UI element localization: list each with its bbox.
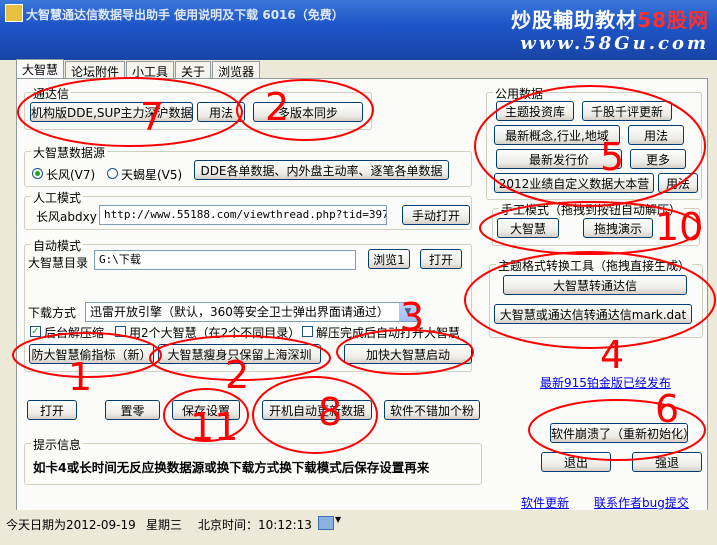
save-settings-button[interactable]: 保存设置 [172,400,240,420]
status-time: 北京时间：10:12:13 [198,518,312,532]
dir-label: 大智慧目录 [28,256,89,270]
topic-library-button[interactable]: 主题投资库 [496,101,574,121]
chevron-down-icon[interactable]: ▼ [335,515,341,524]
tab-tools[interactable]: 小工具 [126,61,175,79]
autostart-button[interactable]: 开机自动更新数据 [262,400,372,420]
dir-input[interactable]: G:\下载 [94,250,356,270]
radio-changfeng[interactable] [32,168,43,179]
app-icon [5,4,23,22]
chk-auto-open-label: 解压完成后自动打开大智慧 [316,326,461,340]
tdx-sync-button[interactable]: 多版本同步 [253,102,363,122]
auto-legend: 自动模式 [31,237,84,254]
watermark: 炒股輔助教材58股网 www.58Gu.com [511,4,709,54]
force-exit-button[interactable]: 强退 [632,452,702,472]
new-price-button[interactable]: 最新发行价 [496,149,622,169]
tdx-legend: 通达信 [31,85,72,102]
manual-mode-legend: 手工模式（拖拽到按钮自动解压） [499,201,684,218]
chk-two-dzh-label: 用2个大智慧（在2个不同目录） [129,326,301,340]
info-legend: 提示信息 [31,436,84,453]
chk-background-unzip[interactable]: ✓ [30,326,41,337]
convert-legend: 主题格式转换工具（拖拽直接生成） [496,257,693,274]
image-icon[interactable] [318,516,334,530]
more-button[interactable]: 更多 [630,149,686,169]
radio-tianxiexing-label: 天蝎星(V5) [121,168,183,182]
manual-legend: 人工模式 [31,189,84,206]
manual-open-button[interactable]: 手动打开 [402,205,470,225]
update-link[interactable]: 软件更新 [521,494,569,511]
slim-button[interactable]: 大智慧瘦身只保留上海深圳 [158,344,321,364]
usage-button-2[interactable]: 用法 [658,173,698,193]
drag-demo-button[interactable]: 拖拽演示 [583,218,653,238]
chk-two-dzh[interactable] [115,326,126,337]
watermark-brand: 58股网 [637,8,709,32]
download-select[interactable]: 迅雷开放引擎（默认，360等安全卫士弹出界面请通过） ▼ [85,302,417,322]
manual-url-input[interactable]: http://www.55188.com/viewthread.php?tid=… [99,205,387,225]
tdx-main-button[interactable]: 机构版DDE,SUP主力深沪数据 [30,102,193,122]
to-tdx-button[interactable]: 大智慧转通达信 [503,275,687,295]
tab-forum[interactable]: 论坛附件 [65,61,126,79]
chk-background-unzip-label: 后台解压缩 [44,326,105,340]
data-2012-button[interactable]: 2012业绩自定义数据大本营 [494,173,654,193]
status-date: 今天日期为2012-09-19 [6,518,136,532]
qianping-button[interactable]: 千股千评更新 [582,101,672,121]
dde-button[interactable]: DDE各单数据、内外盘主动率、逐笔各单数据 [194,160,449,180]
add-fan-button[interactable]: 软件不错加个粉 [384,400,480,420]
download-label: 下载方式 [28,306,77,320]
dzh-source-legend: 大智慧数据源 [31,144,108,161]
manual-dzh-button[interactable]: 大智慧 [497,218,559,238]
status-bar: 今天日期为2012-09-19 星期三 北京时间：10:12:13 ▼ [0,510,717,545]
window-title: 大智慧通达信数据导出助手 使用说明及下载 6016（免费） [26,8,344,22]
manual-label: 长风abdxy [36,210,97,224]
download-select-value: 迅雷开放引擎（默认，360等安全卫士弹出界面请通过） [90,305,389,319]
common-legend: 公用数据 [493,85,546,102]
radio-tianxiexing[interactable] [107,168,118,179]
info-text: 如卡4或长时间无反应换数据源或换下载方式换下载模式后保存设置再来 [33,460,430,475]
radio-changfeng-label: 长风(V7) [46,168,96,182]
speed-up-button[interactable]: 加快大智慧启动 [344,344,472,364]
chevron-down-icon[interactable]: ▼ [399,303,416,321]
tab-about[interactable]: 关于 [175,61,212,79]
new-concept-button[interactable]: 最新概念,行业,地域 [494,125,620,145]
open-button[interactable]: 打开 [27,400,77,420]
anti-steal-button[interactable]: 防大智慧偷指标（新） [29,344,154,364]
watermark-url: www.58Gu.com [520,33,709,54]
watermark-text: 炒股輔助教材 [511,8,638,32]
tab-bar: 大智慧 论坛附件 小工具 关于 浏览器 [16,59,261,79]
latest-version-link[interactable]: 最新915铂金版已经发布 [540,374,671,391]
crash-reinit-button[interactable]: 软件崩溃了（重新初始化） [550,423,688,443]
tdx-usage-button[interactable]: 用法 [197,102,245,122]
mark-dat-button[interactable]: 大智慧或通达信转通达信mark.dat [494,304,692,324]
chk-auto-open[interactable] [302,326,313,337]
reset-button[interactable]: 置零 [105,400,160,420]
usage-button-1[interactable]: 用法 [628,125,684,145]
dir-open-button[interactable]: 打开 [420,249,462,269]
browse-button[interactable]: 浏览1 [368,249,410,269]
title-bar: 大智慧通达信数据导出助手 使用说明及下载 6016（免费） 炒股輔助教材58股网… [0,0,717,60]
exit-button[interactable]: 退出 [541,452,611,472]
contact-link[interactable]: 联系作者bug提交 [594,494,689,511]
tab-dzh[interactable]: 大智慧 [16,59,65,79]
status-weekday: 星期三 [146,518,183,532]
tab-browser[interactable]: 浏览器 [212,61,261,79]
